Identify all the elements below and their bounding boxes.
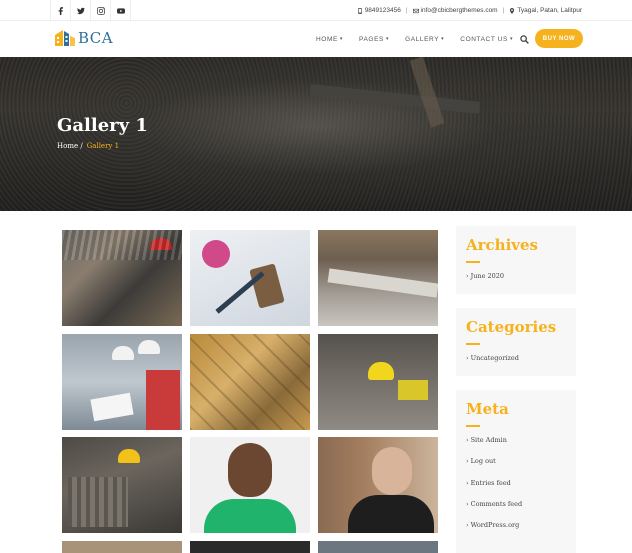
gallery-image-workers-steel[interactable] — [62, 230, 182, 326]
location-icon — [510, 7, 515, 14]
gallery-image-row4-1[interactable] — [62, 541, 182, 553]
gallery-image-bearded-man[interactable] — [318, 437, 438, 533]
gallery-image-smiling-man[interactable] — [190, 437, 310, 533]
breadcrumb: Home / Gallery 1 — [57, 142, 119, 150]
category-link[interactable]: › Uncategorized — [466, 354, 519, 362]
nav-item-contact[interactable]: CONTACT US ▾ — [460, 36, 513, 43]
gallery-image-concrete-pour[interactable] — [318, 230, 438, 326]
chevron-down-icon: ▾ — [339, 36, 344, 42]
page-title: Gallery 1 — [57, 115, 148, 136]
archives-widget: Archives › June 2020 — [456, 226, 576, 294]
gallery-image-engineers-plans[interactable] — [62, 334, 182, 430]
logo-text: BCA — [78, 29, 114, 47]
chevron-down-icon: ▾ — [441, 36, 445, 42]
contact-info: 9849123456 | info@cbicbergthemes.com | T… — [357, 0, 582, 21]
instagram-icon[interactable] — [91, 0, 111, 21]
address-text: Tyagal, Patan, Lalitpur — [517, 7, 582, 14]
meta-link-comments-feed[interactable]: › Comments feed — [466, 500, 522, 508]
main-nav: HOME ▾ PAGES ▾ GALLERY ▾ CONTACT US ▾ — [316, 21, 529, 57]
phone-icon — [357, 7, 362, 14]
chevron-right-icon: › — [466, 500, 469, 508]
meta-link-wordpress[interactable]: › WordPress.org — [466, 521, 519, 529]
nav-item-home[interactable]: HOME ▾ — [316, 36, 343, 43]
meta-link-site-admin[interactable]: › Site Admin — [466, 436, 507, 444]
chevron-right-icon: › — [466, 272, 469, 280]
categories-title: Categories — [466, 318, 557, 336]
youtube-icon[interactable] — [111, 0, 131, 21]
main-header: BCA HOME ▾ PAGES ▾ GALLERY ▾ CONTACT US ▾ BU… — [0, 21, 632, 57]
gallery-image-row4-3[interactable] — [318, 541, 438, 553]
chevron-down-icon: ▾ — [509, 36, 514, 42]
categories-widget: Categories › Uncategorized — [456, 308, 576, 376]
nav-item-gallery[interactable]: GALLERY ▾ — [405, 36, 444, 43]
gallery-image-worker-helmet[interactable] — [318, 334, 438, 430]
buy-now-button[interactable]: BUY NOW — [535, 29, 583, 48]
archives-title: Archives — [466, 236, 538, 254]
gallery-image-mechanic[interactable] — [62, 437, 182, 533]
meta-widget: Meta › Site Admin › Log out › Entries feed … — [456, 390, 576, 553]
gallery-image-pencil-cup[interactable] — [190, 230, 310, 326]
email-icon — [412, 8, 419, 13]
gallery-image-row4-2[interactable] — [190, 541, 310, 553]
chevron-right-icon: › — [466, 354, 469, 362]
logo-building-icon — [55, 30, 75, 46]
breadcrumb-current: Gallery 1 — [86, 142, 120, 150]
phone-number: 9849123456 — [364, 7, 401, 14]
breadcrumb-home[interactable]: Home / — [57, 142, 83, 150]
chevron-down-icon: ▾ — [385, 36, 390, 42]
search-icon[interactable] — [520, 35, 529, 44]
social-links — [50, 0, 131, 21]
site-logo[interactable]: BCA — [54, 29, 113, 47]
email-address[interactable]: info@cbicbergthemes.com — [421, 7, 498, 14]
meta-title: Meta — [466, 400, 509, 418]
meta-link-log-out[interactable]: › Log out — [466, 457, 496, 465]
gallery-image-site-aerial[interactable] — [190, 334, 310, 430]
chevron-right-icon: › — [466, 457, 469, 465]
meta-link-entries-feed[interactable]: › Entries feed — [466, 479, 511, 487]
page-banner: Gallery 1 Home / Gallery 1 — [0, 57, 632, 211]
twitter-icon[interactable] — [71, 0, 91, 21]
chevron-right-icon: › — [466, 521, 469, 529]
chevron-right-icon: › — [466, 479, 469, 487]
archive-link[interactable]: › June 2020 — [466, 272, 504, 280]
chevron-right-icon: › — [466, 436, 469, 444]
facebook-icon[interactable] — [51, 0, 71, 21]
nav-item-pages[interactable]: PAGES ▾ — [359, 36, 389, 43]
top-bar: 9849123456 | info@cbicbergthemes.com | T… — [0, 0, 632, 21]
